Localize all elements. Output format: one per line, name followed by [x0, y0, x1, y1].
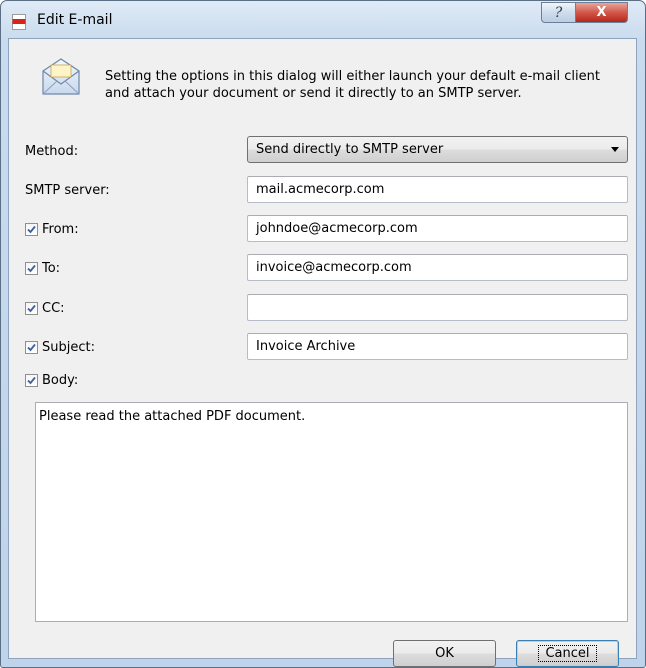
smtp-server-label: SMTP server:: [25, 183, 110, 198]
subject-input[interactable]: Invoice Archive: [247, 333, 628, 360]
from-input[interactable]: johndoe@acmecorp.com: [247, 215, 628, 242]
smtp-server-input[interactable]: mail.acmecorp.com: [247, 176, 628, 203]
from-label: From:: [42, 222, 79, 237]
checkmark-icon: [27, 376, 36, 385]
subject-label: Subject:: [42, 340, 95, 355]
close-icon: X: [596, 5, 607, 20]
body-textarea[interactable]: Please read the attached PDF document.: [35, 402, 628, 622]
ok-button[interactable]: OK: [393, 640, 496, 667]
cc-checkbox[interactable]: [25, 302, 38, 315]
help-button[interactable]: ?: [541, 2, 576, 23]
cc-input[interactable]: [247, 294, 628, 321]
to-checkbox[interactable]: [25, 262, 38, 275]
checkmark-icon: [27, 343, 36, 352]
cancel-button-label: Cancel: [538, 645, 597, 662]
to-label: To:: [42, 261, 61, 276]
method-select[interactable]: Send directly to SMTP server: [247, 136, 628, 163]
envelope-icon: [39, 57, 83, 101]
checkmark-icon: [27, 225, 36, 234]
dialog-content: Setting the options in this dialog will …: [8, 38, 637, 667]
pdf-document-icon: [12, 14, 26, 30]
checkmark-icon: [27, 304, 36, 313]
method-select-value: Send directly to SMTP server: [256, 142, 444, 157]
cc-label: CC:: [42, 301, 65, 316]
cancel-button[interactable]: Cancel: [516, 640, 619, 667]
from-checkbox[interactable]: [25, 223, 38, 236]
to-checkbox-row[interactable]: To:: [25, 261, 60, 276]
intro-text: Setting the options in this dialog will …: [105, 69, 600, 101]
checkmark-icon: [27, 264, 36, 273]
cc-checkbox-row[interactable]: CC:: [25, 301, 65, 316]
subject-checkbox-row[interactable]: Subject:: [25, 340, 95, 355]
body-label: Body:: [42, 373, 79, 388]
to-input[interactable]: invoice@acmecorp.com: [247, 254, 628, 281]
title-bar[interactable]: Edit E-mail ? X: [1, 1, 645, 39]
close-button[interactable]: X: [575, 2, 628, 23]
body-checkbox-row[interactable]: Body:: [25, 373, 78, 388]
window-title: Edit E-mail: [37, 12, 113, 28]
dialog-window: Edit E-mail ? X Setting the options in t…: [0, 0, 646, 668]
subject-checkbox[interactable]: [25, 341, 38, 354]
method-label: Method:: [25, 144, 79, 159]
body-checkbox[interactable]: [25, 374, 38, 387]
dropdown-arrow-icon: [611, 147, 619, 152]
help-icon: ?: [554, 5, 563, 21]
from-checkbox-row[interactable]: From:: [25, 222, 79, 237]
